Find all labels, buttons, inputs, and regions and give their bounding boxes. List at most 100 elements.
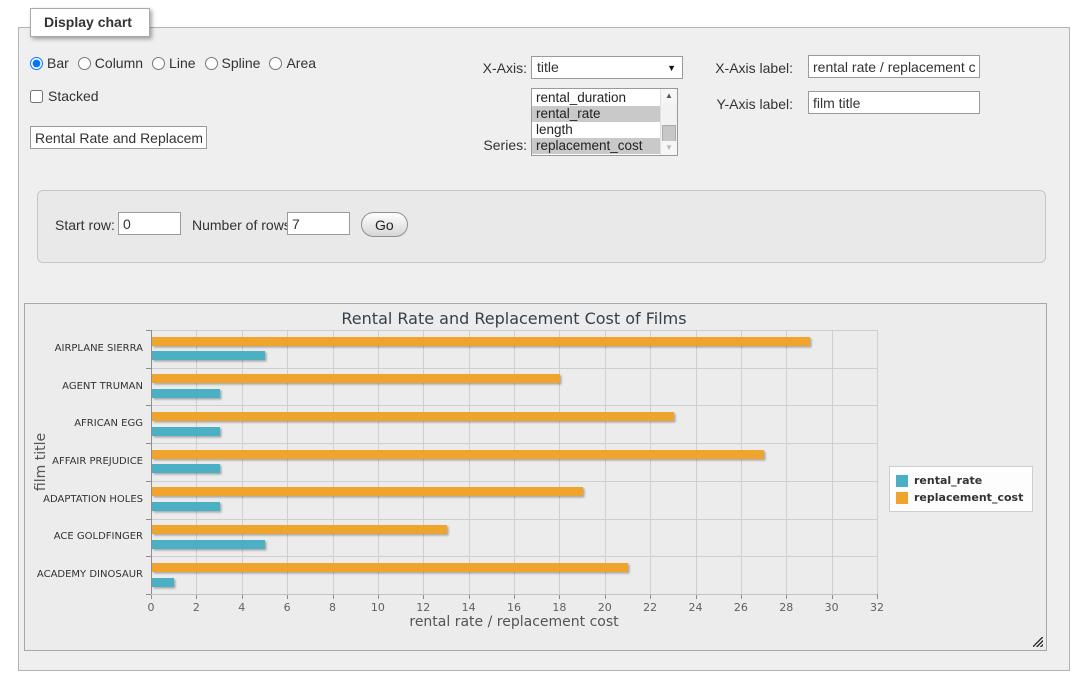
gridline-v bbox=[242, 330, 243, 594]
bar-replacement_cost[interactable] bbox=[152, 450, 764, 459]
x-tick-label: 16 bbox=[496, 601, 532, 614]
radio-area[interactable] bbox=[269, 57, 282, 70]
bar-rental_rate[interactable] bbox=[152, 578, 174, 587]
bar-replacement_cost[interactable] bbox=[152, 337, 810, 346]
num-rows-label: Number of rows: bbox=[192, 217, 295, 233]
bar-replacement_cost[interactable] bbox=[152, 487, 583, 496]
start-row-input[interactable] bbox=[118, 212, 181, 235]
category-label: ACADEMY DINOSAUR bbox=[31, 569, 143, 580]
panel-title: Display chart bbox=[30, 8, 150, 37]
y-axis-label-input[interactable] bbox=[808, 91, 980, 114]
bar-rental_rate[interactable] bbox=[152, 351, 265, 360]
stacked-checkbox-row[interactable]: Stacked bbox=[30, 88, 99, 104]
chart-type-radio-line[interactable]: Line bbox=[152, 55, 195, 71]
scroll-down-icon[interactable]: ▼ bbox=[661, 141, 677, 155]
x-tick-label: 8 bbox=[315, 601, 351, 614]
x-axis-label-label: X-Axis label: bbox=[690, 60, 793, 76]
stacked-checkbox[interactable] bbox=[30, 90, 43, 103]
chevron-down-icon: ▼ bbox=[667, 63, 676, 73]
series-option-rental_duration[interactable]: rental_duration bbox=[532, 90, 660, 106]
resize-handle-icon[interactable] bbox=[1033, 637, 1044, 648]
gridline-v bbox=[741, 330, 742, 594]
bar-replacement_cost[interactable] bbox=[152, 525, 447, 534]
gridline-v bbox=[469, 330, 470, 594]
chart-container: Rental Rate and Replacement Cost of Film… bbox=[24, 303, 1047, 651]
series-option-length[interactable]: length bbox=[532, 122, 660, 138]
gridline-v bbox=[333, 330, 334, 594]
x-tick-label: 22 bbox=[632, 601, 668, 614]
series-listbox[interactable]: rental_durationrental_ratelengthreplacem… bbox=[531, 88, 678, 156]
chart-type-radio-spline[interactable]: Spline bbox=[205, 55, 261, 71]
x-tick-label: 28 bbox=[768, 601, 804, 614]
go-button[interactable]: Go bbox=[361, 212, 408, 237]
x-tick-label: 14 bbox=[451, 601, 487, 614]
x-tick-label: 32 bbox=[859, 601, 895, 614]
gridline-v bbox=[877, 330, 878, 594]
chart-title: Rental Rate and Replacement Cost of Film… bbox=[151, 309, 877, 328]
radio-column[interactable] bbox=[78, 57, 91, 70]
y-axis-line bbox=[151, 330, 152, 595]
chart-type-radio-column[interactable]: Column bbox=[78, 55, 143, 71]
bar-rental_rate[interactable] bbox=[152, 427, 220, 436]
stacked-label: Stacked bbox=[48, 88, 99, 104]
radio-line[interactable] bbox=[152, 57, 165, 70]
legend-label: replacement_cost bbox=[914, 491, 1023, 504]
x-axis-selected-value: title bbox=[537, 59, 559, 75]
num-rows-input[interactable] bbox=[287, 212, 350, 235]
scroll-up-icon[interactable]: ▲ bbox=[661, 89, 677, 103]
page: Display chart Bar Column Line Spline Area St… bbox=[0, 0, 1081, 681]
row-controls-box bbox=[37, 190, 1046, 263]
gridline-v bbox=[559, 330, 560, 594]
x-axis-select[interactable]: title ▼ bbox=[531, 56, 683, 79]
bar-rental_rate[interactable] bbox=[152, 464, 220, 473]
radio-label: Area bbox=[286, 55, 316, 71]
radio-bar[interactable] bbox=[30, 57, 43, 70]
chart-type-radio-bar[interactable]: Bar bbox=[30, 55, 69, 71]
legend-swatch-icon bbox=[896, 475, 908, 487]
series-listbox-scrollbar[interactable]: ▲ ▼ bbox=[660, 89, 677, 155]
bar-replacement_cost[interactable] bbox=[152, 412, 674, 421]
series-option-replacement_cost[interactable]: replacement_cost bbox=[532, 138, 660, 154]
gridline-v bbox=[696, 330, 697, 594]
x-tick-label: 0 bbox=[133, 601, 169, 614]
gridline-v bbox=[832, 330, 833, 594]
gridline-v bbox=[786, 330, 787, 594]
x-tick-label: 2 bbox=[178, 601, 214, 614]
x-tick-label: 10 bbox=[360, 601, 396, 614]
legend-label: rental_rate bbox=[914, 474, 982, 487]
x-tick-label: 30 bbox=[814, 601, 850, 614]
bar-replacement_cost[interactable] bbox=[152, 563, 628, 572]
gridline-v bbox=[378, 330, 379, 594]
x-axis-select-label: X-Axis: bbox=[420, 60, 527, 76]
chart-legend: rental_rate replacement_cost bbox=[889, 466, 1033, 512]
x-tick-label: 12 bbox=[405, 601, 441, 614]
category-label: ACE GOLDFINGER bbox=[31, 531, 143, 542]
radio-label: Bar bbox=[47, 55, 69, 71]
gridline-v bbox=[196, 330, 197, 594]
category-label: ADAPTATION HOLES bbox=[31, 494, 143, 505]
legend-item-rental_rate[interactable]: rental_rate bbox=[896, 472, 1023, 489]
x-tick-label: 26 bbox=[723, 601, 759, 614]
bar-rental_rate[interactable] bbox=[152, 502, 220, 511]
radio-label: Column bbox=[95, 55, 143, 71]
chart-y-axis-title: film title bbox=[33, 433, 49, 491]
chart-type-radio-area[interactable]: Area bbox=[269, 55, 316, 71]
bar-rental_rate[interactable] bbox=[152, 389, 220, 398]
radio-spline[interactable] bbox=[205, 57, 218, 70]
legend-swatch-icon bbox=[896, 492, 908, 504]
gridline-v bbox=[514, 330, 515, 594]
category-label: AFRICAN EGG bbox=[31, 418, 143, 429]
gridline-v bbox=[650, 330, 651, 594]
radio-label: Line bbox=[169, 55, 195, 71]
chart-x-axis-title: rental rate / replacement cost bbox=[151, 614, 877, 630]
x-axis-line bbox=[151, 594, 877, 595]
x-axis-label-input[interactable] bbox=[808, 55, 980, 78]
chart-title-input[interactable] bbox=[30, 126, 207, 149]
x-axis-tick bbox=[877, 594, 878, 599]
legend-item-replacement_cost[interactable]: replacement_cost bbox=[896, 489, 1023, 506]
bar-rental_rate[interactable] bbox=[152, 540, 265, 549]
series-listbox-items: rental_durationrental_ratelengthreplacem… bbox=[532, 90, 660, 154]
x-tick-label: 20 bbox=[587, 601, 623, 614]
series-option-rental_rate[interactable]: rental_rate bbox=[532, 106, 660, 122]
bar-replacement_cost[interactable] bbox=[152, 374, 560, 383]
